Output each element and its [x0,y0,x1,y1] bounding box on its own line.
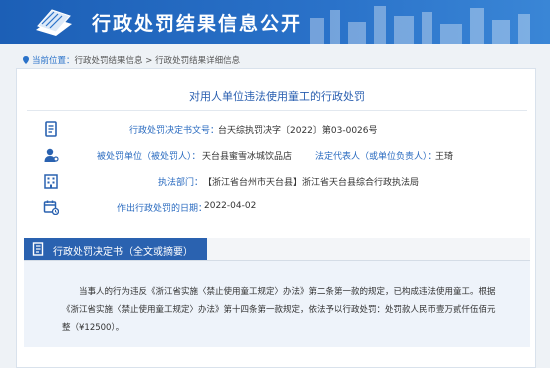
section-body: 当事人的行为违反《浙江省实施〈禁止使用童工规定〉办法》第二条第一款的规定，已构成… [24,261,530,347]
skyline-decoration [310,6,530,44]
row-party: 被处罚单位（被处罚人）： 天台县蜜雪冰城饮品店 法定代表人（或单位负责人）： 王… [17,145,537,167]
notebook-icon [32,242,44,256]
header-banner: 行政处罚结果信息公开 [0,0,550,44]
row-date: 作出行政处罚的日期： 2022-04-02 [17,197,537,219]
location-pin-icon [23,56,29,64]
divider [27,110,527,111]
department-value: 【浙江省台州市天台县】浙江省天台县综合行政执法局 [203,178,420,188]
breadcrumb-current: 行政处罚结果详细信息 [155,56,241,66]
detail-card: 对用人单位违法使用童工的行政处罚 行政处罚决定书文号： 台天综执罚决字〔2022… [16,68,536,368]
document-title: 对用人单位违法使用童工的行政处罚 [189,90,365,103]
section-header: 行政处罚决定书（全文或摘要） [24,238,530,261]
section-title: 行政处罚决定书（全文或摘要） [53,247,193,258]
legal-rep-label: 法定代表人（或单位负责人）： [315,152,437,162]
date-label: 作出行政处罚的日期： [117,204,208,214]
building-icon [44,174,58,189]
person-icon [44,148,59,162]
department-label: 执法部门： [158,178,204,188]
breadcrumb-prefix: 当前位置： [32,56,75,66]
calendar-icon [43,200,59,215]
breadcrumb-separator: > [142,56,156,66]
logo-book-icon [36,9,72,36]
decision-number-value: 台天综执罚决字〔2022〕第03-0026号 [218,126,378,136]
row-department: 执法部门： 【浙江省台州市天台县】浙江省天台县综合行政执法局 [17,171,537,193]
party-label: 被处罚单位（被处罚人）： [97,152,201,162]
page-title: 行政处罚结果信息公开 [92,13,303,35]
section-tab: 行政处罚决定书（全文或摘要） [24,238,207,260]
party-value: 天台县蜜雪冰城饮品店 [202,152,293,162]
breadcrumb-link-results[interactable]: 行政处罚结果信息 [75,56,143,66]
document-icon [45,121,57,137]
legal-rep-value: 王琦 [435,152,454,162]
decision-number-label: 行政处罚决定书文号： [129,126,220,136]
date-value: 2022-04-02 [204,201,257,211]
decision-summary-text: 当事人的行为违反《浙江省实施〈禁止使用童工规定〉办法》第二条第一款的规定，已构成… [62,287,496,333]
breadcrumb: 当前位置：行政处罚结果信息 > 行政处罚结果详细信息 [22,54,240,66]
row-decision-number: 行政处罚决定书文号： 台天综执罚决字〔2022〕第03-0026号 [17,119,537,141]
